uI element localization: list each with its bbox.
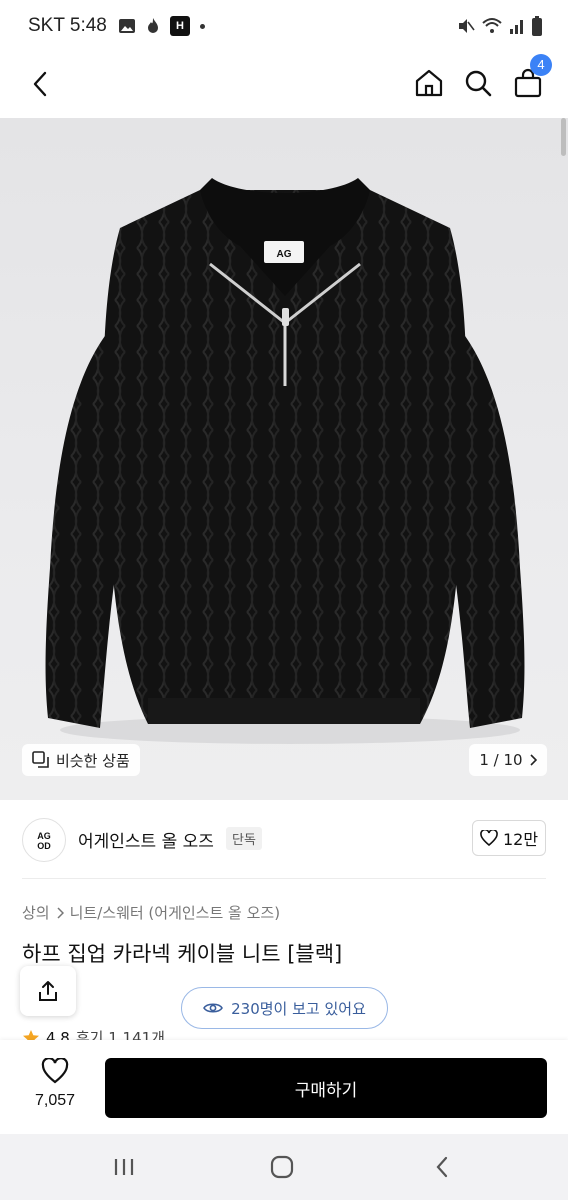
viewers-indicator: 230명이 보고 있어요 [181,987,388,1029]
home-button[interactable] [410,64,448,102]
chevron-right-icon [530,754,537,766]
chevron-right-icon [57,906,64,919]
share-icon [39,981,57,1001]
wishlist-count: 7,057 [34,1092,76,1109]
page-indicator-text: 1 / 10 [479,751,523,769]
status-notifications: H [118,16,205,36]
flame-icon [148,18,158,33]
back-arrow-icon [436,1156,448,1178]
home-nav-button[interactable] [262,1152,302,1182]
home-circle-icon [270,1155,294,1179]
buy-button[interactable]: 구매하기 [105,1058,547,1118]
back-nav-button[interactable] [422,1152,462,1182]
similar-products-button[interactable]: 비슷한 상품 [22,744,140,776]
recent-apps-icon [114,1159,134,1175]
share-button[interactable] [20,966,76,1016]
signal-icon [510,20,523,34]
breadcrumb-subcategory[interactable]: 니트/스웨터 (어게인스트 올 오즈) [70,902,280,923]
heart-icon [480,830,498,846]
heart-icon [41,1057,69,1084]
wishlist-button[interactable]: 7,057 [22,1057,88,1110]
notification-badge-icon: H [170,16,190,36]
search-icon [465,70,492,97]
similar-products-label: 비슷한 상품 [56,751,130,770]
image-page-indicator[interactable]: 1 / 10 [469,744,547,776]
battery-icon [532,16,542,36]
home-icon [415,69,443,97]
product-title: 하프 집업 카라넥 케이블 니트 [블랙] [22,942,343,966]
cart-count-badge: 4 [530,54,552,76]
page-scrollbar[interactable] [561,118,566,156]
brand-logo-line2: OD [37,841,51,851]
brand-name-link[interactable]: 어게인스트 올 오즈 [78,827,214,852]
status-system-icons [457,16,542,36]
brand-likes-count: 12만 [502,830,539,849]
more-notifications-dot [200,23,205,29]
recent-apps-button[interactable] [104,1152,144,1182]
brand-like-button[interactable]: 12만 [472,820,546,856]
cart-button[interactable]: 4 [510,54,552,102]
product-image: AG [45,178,525,744]
breadcrumb-category[interactable]: 상의 [22,902,50,923]
back-button[interactable] [22,66,58,102]
top-app-bar: 4 [0,52,568,118]
chevron-left-icon [33,71,47,97]
brand-logo-line1: AG [37,831,51,841]
product-image-gallery[interactable]: AG 비슷한 상품 1 / 10 [0,118,568,800]
search-button[interactable] [459,64,497,102]
breadcrumb: 상의 니트/스웨터 (어게인스트 올 오즈) [22,902,280,923]
gallery-icon [119,19,135,33]
exclusive-tag: 단독 [226,827,262,850]
eye-icon [203,1003,224,1013]
status-time: SKT 5:48 [28,15,107,36]
wifi-icon [482,18,502,33]
garment-label-text: AG [277,249,292,260]
system-navigation-bar [0,1134,568,1200]
divider [22,878,546,879]
status-bar: SKT 5:48 H [0,0,568,52]
brand-logo[interactable]: AG OD [22,818,66,862]
mute-icon [459,19,475,33]
viewers-text: 230명이 보고 있어요 [231,999,366,1018]
copy-icon [32,751,49,768]
